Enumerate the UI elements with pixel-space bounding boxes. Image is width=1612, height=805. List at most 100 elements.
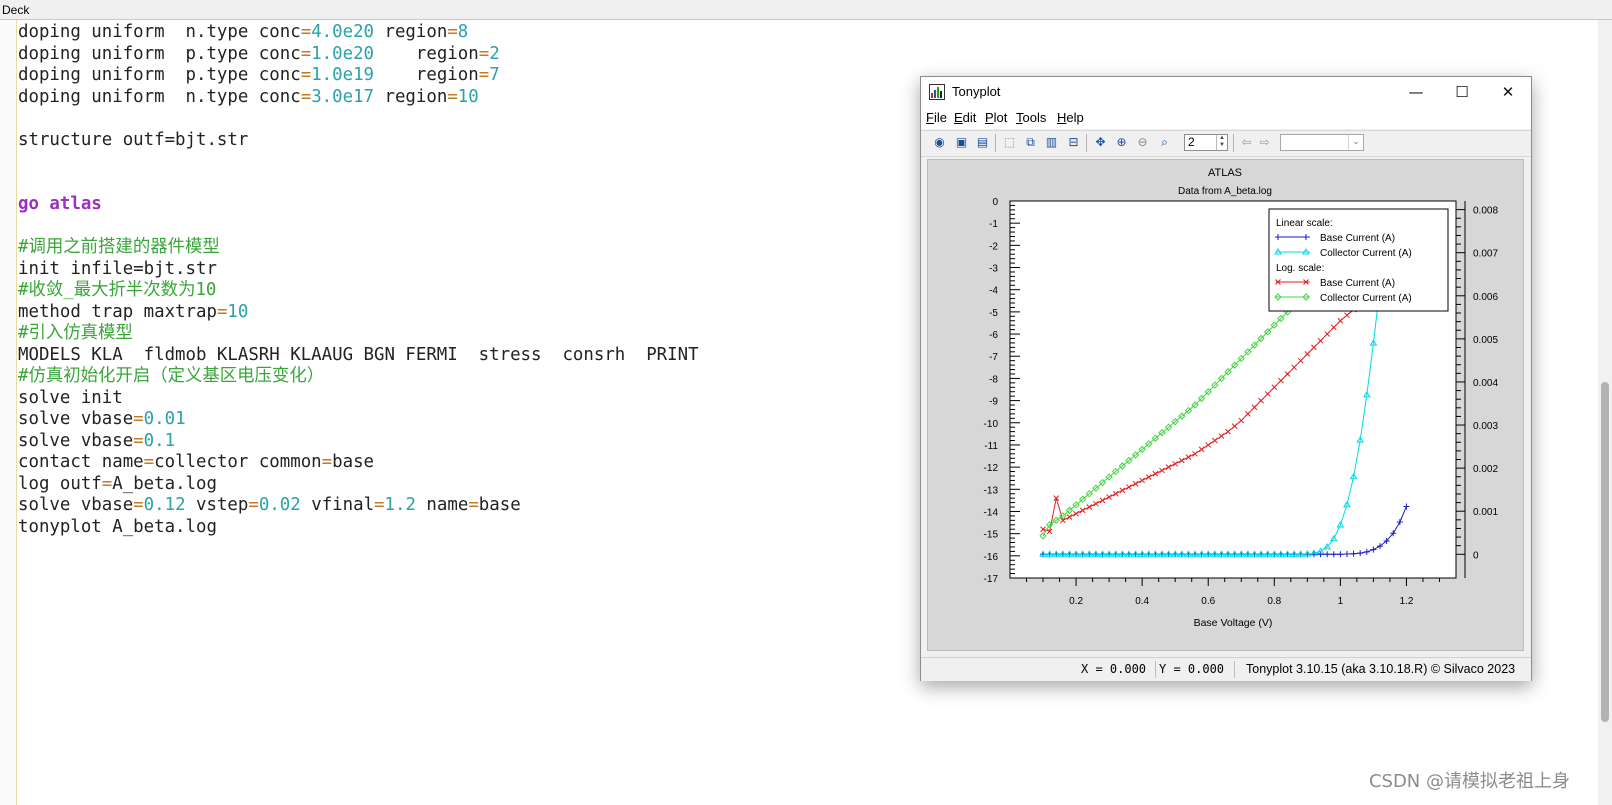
- zoom-out-icon[interactable]: ⊖: [1135, 135, 1150, 150]
- code-token: solve vbase: [18, 495, 134, 515]
- print-icon[interactable]: ▤: [975, 135, 990, 150]
- x-tick-label: 0.8: [1267, 596, 1281, 607]
- code-line[interactable]: structure outf=bjt.str: [18, 130, 699, 152]
- plot-area[interactable]: ATLAS Data from A_beta.log Base Voltage (V…: [927, 159, 1524, 651]
- menu-edit[interactable]: Edit: [954, 107, 976, 129]
- code-line[interactable]: solve vbase=0.12 vstep=0.02 vfinal=1.2 n…: [18, 495, 699, 517]
- code-line[interactable]: log outf=A_beta.log: [18, 474, 699, 496]
- code-line[interactable]: doping uniform n.type conc=4.0e20 region…: [18, 22, 699, 44]
- code-token: =: [300, 22, 312, 42]
- toolbar-separator: [1233, 134, 1234, 152]
- tonyplot-titlebar[interactable]: Tonyplot — ☐ ✕: [921, 77, 1531, 107]
- code-token: =: [300, 65, 312, 85]
- code-token: =: [447, 22, 458, 42]
- code-token: 7: [489, 65, 500, 85]
- code-line[interactable]: #引入仿真模型: [18, 323, 699, 345]
- code-token: =: [133, 409, 144, 429]
- code-token: 0.01: [143, 409, 186, 429]
- code-line[interactable]: method trap maxtrap=10: [18, 302, 699, 324]
- code-token: base: [332, 452, 375, 472]
- code-line[interactable]: doping uniform p.type conc=1.0e20 region…: [18, 44, 699, 66]
- y-left-tick-label: -5: [989, 308, 998, 319]
- code-token: =: [478, 43, 490, 64]
- tonyplot-window[interactable]: Tonyplot — ☐ ✕ File Edit Plot Tools Help…: [920, 76, 1532, 681]
- zoom-factor-spinner[interactable]: 2 ▲ ▼: [1184, 134, 1228, 151]
- toolbar-separator: [1086, 134, 1087, 152]
- delete-icon[interactable]: ⊟: [1066, 135, 1081, 150]
- y-left-tick-label: -10: [984, 419, 999, 430]
- y-left-tick-label: -2: [989, 241, 998, 252]
- x-tick-label: 1.2: [1399, 596, 1413, 607]
- code-token: #引入仿真模型: [18, 323, 133, 343]
- code-token: doping uniform n.type conc: [18, 22, 301, 42]
- legend-entry-label: Base Current (A): [1320, 233, 1395, 244]
- code-token: =: [321, 452, 333, 472]
- code-line[interactable]: #收敛_最大折半次数为10: [18, 280, 699, 302]
- plot-selector-combo[interactable]: ⌄: [1280, 134, 1364, 151]
- minimize-button[interactable]: —: [1393, 77, 1439, 107]
- code-token: init infile=bjt.str: [18, 258, 217, 279]
- code-line[interactable]: [18, 151, 699, 173]
- code-line[interactable]: init infile=bjt.str: [18, 259, 699, 281]
- code-line[interactable]: [18, 108, 699, 130]
- export-icon[interactable]: ▣: [954, 135, 969, 150]
- x-tick-label: 0.4: [1135, 596, 1149, 607]
- menu-tools[interactable]: Tools: [1016, 107, 1046, 129]
- x-tick-label: 0.2: [1069, 596, 1083, 607]
- code-line[interactable]: solve init: [18, 388, 699, 410]
- editor-scrollbar[interactable]: [1598, 20, 1612, 805]
- menu-help[interactable]: Help: [1057, 107, 1084, 129]
- scrollbar-thumb[interactable]: [1601, 382, 1609, 722]
- code-line[interactable]: doping uniform n.type conc=3.0e17 region…: [18, 87, 699, 109]
- code-token: base: [478, 495, 521, 515]
- zoom-in-icon[interactable]: ⊕: [1114, 135, 1129, 150]
- code-token: 0.1: [143, 430, 176, 451]
- chart-svg[interactable]: ATLAS Data from A_beta.log Base Voltage (V…: [928, 160, 1523, 650]
- code-line[interactable]: #仿真初始化开启（定义基区电压变化）: [18, 366, 699, 388]
- y-left-tick-label: -3: [989, 264, 998, 275]
- maximize-button[interactable]: ☐: [1439, 77, 1485, 107]
- menu-plot-label: lot: [993, 110, 1008, 125]
- y-right-tick-label: 0.001: [1473, 507, 1498, 518]
- menu-edit-label: dit: [962, 110, 977, 125]
- chevron-down-icon[interactable]: ⌄: [1348, 135, 1363, 150]
- code-line[interactable]: solve vbase=0.01: [18, 409, 699, 431]
- copy-icon[interactable]: ⧉: [1023, 135, 1038, 150]
- code-token: =: [248, 495, 259, 515]
- toolbar-separator: [995, 134, 996, 152]
- code-line[interactable]: [18, 216, 699, 238]
- paste-icon[interactable]: ▥: [1044, 135, 1059, 150]
- code-line[interactable]: solve vbase=0.1: [18, 431, 699, 453]
- code-line[interactable]: MODELS KLA fldmob KLASRH KLAAUG BGN FERM…: [18, 345, 699, 367]
- code-line[interactable]: doping uniform p.type conc=1.0e19 region…: [18, 65, 699, 87]
- code-token: contact name: [18, 452, 144, 472]
- y-left-tick-label: 0: [992, 197, 998, 208]
- menu-plot[interactable]: Plot: [985, 107, 1007, 129]
- code-text[interactable]: doping uniform n.type conc=4.0e20 region…: [18, 22, 699, 538]
- menu-file[interactable]: File: [926, 107, 947, 129]
- code-token: MODELS KLA fldmob KLASRH KLAAUG BGN FERM…: [18, 344, 699, 365]
- y-left-tick-label: -8: [989, 374, 998, 385]
- version-text: Tonyplot 3.10.15 (aka 3.10.18.R) © Silva…: [1246, 662, 1516, 676]
- code-line[interactable]: contact name=collector common=base: [18, 452, 699, 474]
- y-left-tick-label: -16: [984, 552, 999, 563]
- code-line[interactable]: go atlas: [18, 194, 699, 216]
- tonyplot-app-icon: [929, 84, 945, 100]
- menu-tools-label: ools: [1022, 110, 1047, 125]
- code-token: 3.0e17: [311, 86, 375, 107]
- code-token: 8: [457, 22, 469, 42]
- code-line[interactable]: tonyplot A_beta.log: [18, 517, 699, 539]
- spinner-arrows-icon[interactable]: ▲ ▼: [1216, 135, 1227, 150]
- code-line[interactable]: [18, 173, 699, 195]
- back-icon[interactable]: ⇦: [1239, 135, 1254, 150]
- forward-icon[interactable]: ⇨: [1257, 135, 1272, 150]
- code-token: =: [101, 473, 113, 494]
- chart-title: ATLAS: [1208, 167, 1242, 179]
- select-icon[interactable]: ⬚: [1002, 135, 1017, 150]
- open-icon[interactable]: ◉: [932, 135, 947, 150]
- code-token: structure outf=bjt.str: [18, 129, 249, 150]
- pan-icon[interactable]: ✥: [1093, 135, 1108, 150]
- code-line[interactable]: #调用之前搭建的器件模型: [18, 237, 699, 259]
- zoom-box-icon[interactable]: ⌕: [1157, 135, 1172, 150]
- close-button[interactable]: ✕: [1485, 77, 1531, 107]
